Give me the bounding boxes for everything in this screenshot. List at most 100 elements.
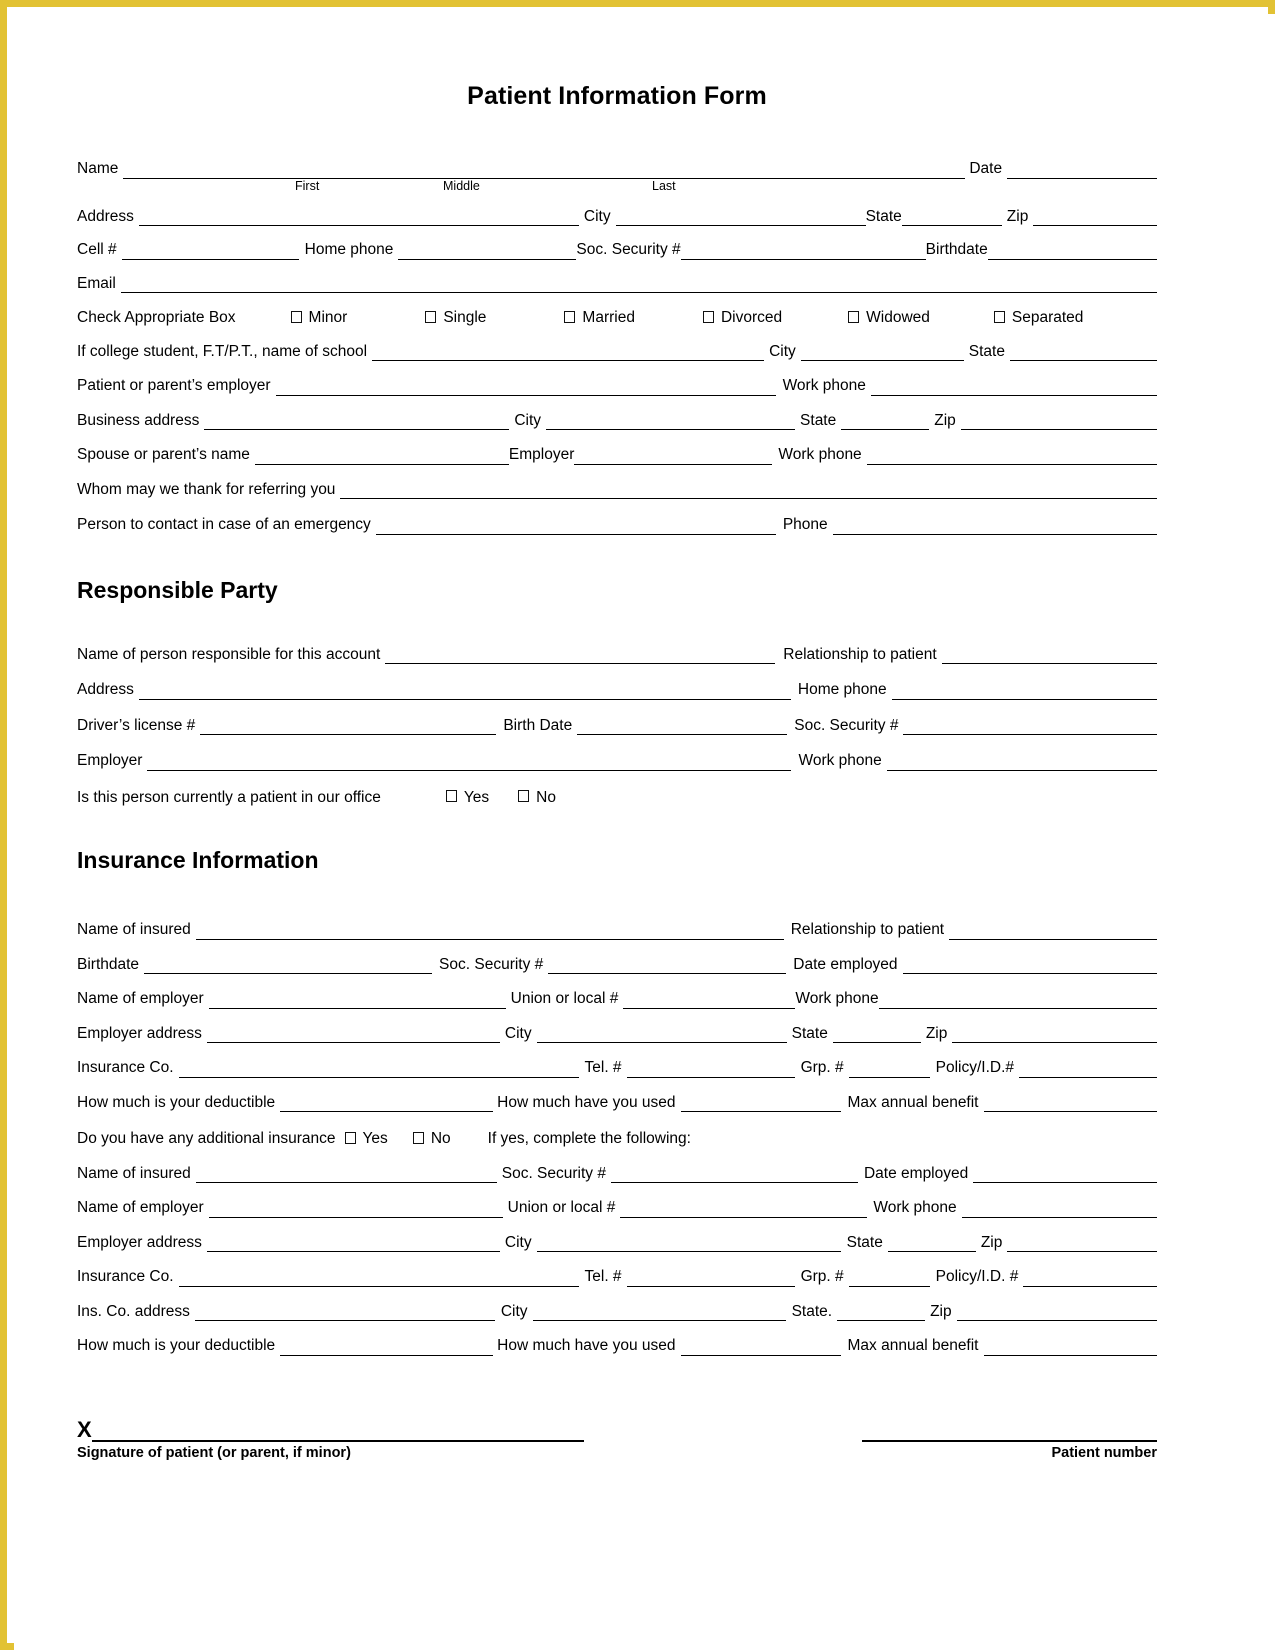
checkbox-icon[interactable] bbox=[445, 790, 457, 803]
checkbox-icon[interactable] bbox=[412, 1131, 424, 1144]
checkbox-item-additional-no[interactable]: No bbox=[412, 1131, 451, 1147]
referral-input[interactable] bbox=[340, 483, 1157, 499]
insurance-grp-input[interactable] bbox=[848, 1062, 930, 1078]
insurance-zip-input[interactable] bbox=[952, 1027, 1157, 1043]
secondary-policy-input[interactable] bbox=[1023, 1271, 1157, 1287]
checkbox-icon[interactable] bbox=[425, 310, 437, 323]
responsible-address-input[interactable] bbox=[138, 684, 791, 700]
date-input[interactable] bbox=[1007, 163, 1157, 179]
insurance-work-phone-input[interactable] bbox=[878, 993, 1157, 1009]
secondary-name-insured-input[interactable] bbox=[195, 1167, 497, 1183]
checkbox-icon[interactable] bbox=[848, 310, 860, 323]
secondary-name-employer-input[interactable] bbox=[208, 1202, 503, 1218]
business-city-input[interactable] bbox=[546, 414, 796, 430]
patient-employer-input[interactable] bbox=[275, 380, 776, 396]
business-address-input[interactable] bbox=[204, 414, 510, 430]
insurance-birthdate-input[interactable] bbox=[144, 958, 433, 974]
insurance-policy-input[interactable] bbox=[1019, 1062, 1157, 1078]
school-input[interactable] bbox=[372, 345, 765, 361]
insurance-city-input[interactable] bbox=[536, 1027, 787, 1043]
checkbox-item-additional-yes[interactable]: Yes bbox=[344, 1131, 388, 1147]
secondary-max-benefit-input[interactable] bbox=[983, 1340, 1157, 1356]
checkbox-item-single[interactable]: Single bbox=[425, 310, 486, 326]
secondary-union-input[interactable] bbox=[620, 1202, 868, 1218]
secondary-state-input[interactable] bbox=[887, 1236, 976, 1252]
checkbox-icon[interactable] bbox=[702, 310, 714, 323]
business-zip-input[interactable] bbox=[960, 414, 1157, 430]
emergency-phone-input[interactable] bbox=[832, 519, 1157, 535]
insurance-date-employed-input[interactable] bbox=[902, 958, 1157, 974]
ins-co-address-input[interactable] bbox=[194, 1305, 495, 1321]
soc-security-input[interactable] bbox=[680, 244, 926, 260]
secondary-used-input[interactable] bbox=[680, 1340, 841, 1356]
secondary-insurance-co-input[interactable] bbox=[178, 1271, 579, 1287]
secondary-grp-input[interactable] bbox=[848, 1271, 930, 1287]
checkbox-item-minor[interactable]: Minor bbox=[290, 310, 347, 326]
spouse-work-phone-input[interactable] bbox=[866, 449, 1157, 465]
checkbox-icon[interactable] bbox=[564, 310, 576, 323]
cell-input[interactable] bbox=[121, 244, 299, 260]
insurance-max-benefit-input[interactable] bbox=[983, 1096, 1157, 1112]
secondary-city-input[interactable] bbox=[536, 1236, 841, 1252]
responsible-home-phone-input[interactable] bbox=[891, 684, 1157, 700]
secondary-zip-input[interactable] bbox=[1007, 1236, 1157, 1252]
name-input[interactable] bbox=[123, 163, 966, 179]
secondary-policy-label: Policy/I.D. # bbox=[935, 1268, 1019, 1285]
school-city-input[interactable] bbox=[800, 345, 964, 361]
checkbox-item-divorced[interactable]: Divorced bbox=[702, 310, 782, 326]
checkbox-icon[interactable] bbox=[518, 790, 530, 803]
insurance-co-input[interactable] bbox=[178, 1062, 579, 1078]
address-input[interactable] bbox=[138, 210, 579, 226]
insurance-union-input[interactable] bbox=[623, 993, 796, 1009]
secondary-deductible-input[interactable] bbox=[280, 1340, 494, 1356]
secondary-employer-address-input[interactable] bbox=[206, 1236, 500, 1252]
checkbox-item-current-patient-no[interactable]: No bbox=[518, 789, 556, 806]
responsible-soc-security-input[interactable] bbox=[903, 719, 1157, 735]
secondary-date-employed-input[interactable] bbox=[973, 1167, 1157, 1183]
business-state-input[interactable] bbox=[841, 414, 930, 430]
checkbox-icon[interactable] bbox=[344, 1131, 356, 1144]
checkbox-item-married[interactable]: Married bbox=[564, 310, 635, 326]
responsible-name-input[interactable] bbox=[385, 648, 776, 664]
patient-number-input[interactable] bbox=[861, 1435, 1157, 1442]
insurance-deductible-input[interactable] bbox=[280, 1096, 494, 1112]
home-phone-input[interactable] bbox=[398, 244, 577, 260]
responsible-home-phone-label: Home phone bbox=[797, 681, 887, 698]
insurance-name-employer-input[interactable] bbox=[208, 993, 506, 1009]
insurance-name-insured-input[interactable] bbox=[195, 924, 784, 940]
responsible-work-phone-input[interactable] bbox=[886, 755, 1157, 771]
secondary-soc-security-input[interactable] bbox=[610, 1167, 858, 1183]
insurance-soc-security-input[interactable] bbox=[548, 958, 787, 974]
secondary-work-phone-input[interactable] bbox=[961, 1202, 1157, 1218]
checkbox-icon[interactable] bbox=[993, 310, 1005, 323]
email-input[interactable] bbox=[120, 277, 1157, 293]
responsible-birth-date-input[interactable] bbox=[577, 719, 788, 735]
ins-co-city-input[interactable] bbox=[532, 1305, 786, 1321]
insurance-relationship-input[interactable] bbox=[949, 924, 1157, 940]
responsible-employer-input[interactable] bbox=[147, 755, 792, 771]
insurance-used-input[interactable] bbox=[680, 1096, 841, 1112]
checkbox-icon[interactable] bbox=[290, 310, 302, 323]
zip-input[interactable] bbox=[1033, 210, 1157, 226]
school-state-input[interactable] bbox=[1009, 345, 1157, 361]
spouse-input[interactable] bbox=[254, 449, 509, 465]
checkbox-item-widowed[interactable]: Widowed bbox=[848, 310, 930, 326]
secondary-tel-input[interactable] bbox=[626, 1271, 795, 1287]
checkbox-item-separated[interactable]: Separated bbox=[993, 310, 1083, 326]
secondary-name-insured-label: Name of insured bbox=[77, 1164, 191, 1182]
spouse-employer-input[interactable] bbox=[574, 449, 773, 465]
drivers-license-input[interactable] bbox=[200, 719, 497, 735]
insurance-state-input[interactable] bbox=[832, 1027, 921, 1043]
ins-co-zip-input[interactable] bbox=[956, 1305, 1157, 1321]
work-phone-input[interactable] bbox=[870, 380, 1157, 396]
signature-input[interactable] bbox=[91, 1435, 584, 1442]
responsible-relationship-input[interactable] bbox=[941, 648, 1157, 664]
emergency-input[interactable] bbox=[375, 519, 776, 535]
city-input[interactable] bbox=[615, 210, 866, 226]
checkbox-item-current-patient-yes[interactable]: Yes bbox=[445, 789, 489, 806]
birthdate-input[interactable] bbox=[987, 244, 1157, 260]
insurance-employer-address-input[interactable] bbox=[206, 1027, 500, 1043]
state-input[interactable] bbox=[901, 210, 1002, 226]
ins-co-state-input[interactable] bbox=[837, 1305, 926, 1321]
insurance-tel-input[interactable] bbox=[626, 1062, 795, 1078]
